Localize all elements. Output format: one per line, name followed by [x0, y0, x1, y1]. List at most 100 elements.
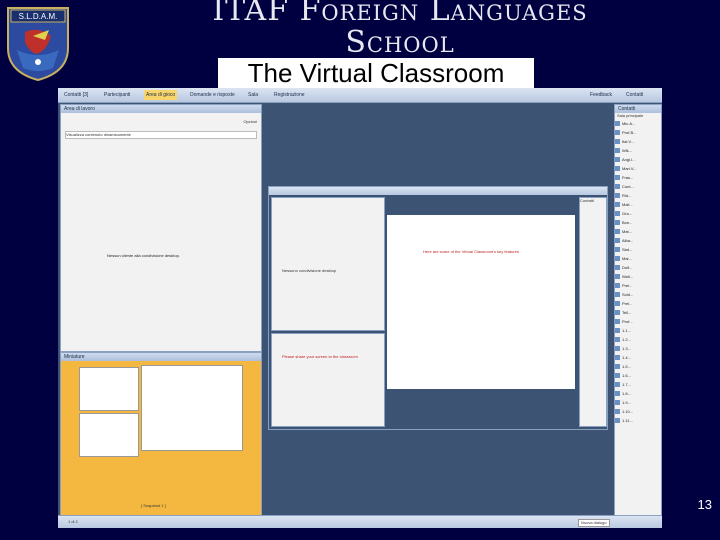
contact-list-item[interactable]: Siat...	[615, 245, 655, 254]
contact-list-item[interactable]: 1.8...	[615, 389, 655, 398]
contact-name: Prel...	[622, 301, 633, 306]
thumbnails-pane-title: Miniature	[64, 354, 85, 360]
contact-name: 1.1...	[622, 328, 631, 333]
contact-list-item[interactable]: 1.4...	[615, 353, 655, 362]
contact-name: 1.9...	[622, 400, 631, 405]
contact-list-item[interactable]: 1.11...	[615, 416, 655, 425]
workspace-pane-header: Area di lavoro	[61, 105, 261, 113]
contact-list-item[interactable]: 1.3...	[615, 344, 655, 353]
workspace-message: Nessun cliente alla condivisione desktop…	[107, 253, 180, 258]
user-icon	[615, 247, 620, 253]
thumbnail-1[interactable]	[79, 367, 139, 411]
user-icon	[615, 211, 620, 217]
tab-area-di-gioco[interactable]: Area di gioco	[144, 90, 178, 100]
contact-list-item[interactable]: Prel...	[615, 299, 655, 308]
user-icon	[615, 391, 620, 397]
tab-partecipanti[interactable]: Partecipanti	[102, 90, 132, 100]
contact-list-item[interactable]: Prel...	[615, 281, 655, 290]
app-screenshot: Contatti [3] Partecipanti Area di gioco …	[58, 88, 662, 528]
user-icon	[615, 121, 620, 127]
tab-sala[interactable]: Sala	[246, 90, 260, 100]
nested-contacts-title: Contatti	[580, 198, 594, 203]
contact-list-item[interactable]: Rid...	[615, 191, 655, 200]
contact-name: Wik...	[622, 148, 632, 153]
contact-list-item[interactable]: 1.2...	[615, 335, 655, 344]
contact-list-item[interactable]: Dolf...	[615, 263, 655, 272]
contact-name: Wall...	[622, 274, 633, 279]
contact-name: 1.2...	[622, 337, 631, 342]
contact-list-item[interactable]: Fras...	[615, 173, 655, 182]
user-icon	[615, 409, 620, 415]
user-icon	[615, 301, 620, 307]
contact-list-item[interactable]: 1.6...	[615, 371, 655, 380]
contact-list-item[interactable]: 1.9...	[615, 398, 655, 407]
contact-name: Mari.V...	[622, 166, 637, 171]
contact-list-item[interactable]: Bon...	[615, 218, 655, 227]
new-dialog-select[interactable]: Nuova dialogo	[578, 519, 610, 527]
contact-list-item[interactable]: 1.10...	[615, 407, 655, 416]
contact-list-item[interactable]: Mall...	[615, 200, 655, 209]
contact-name: Siat...	[622, 247, 633, 252]
user-icon	[615, 238, 620, 244]
contact-list-item[interactable]: Tell...	[615, 308, 655, 317]
contact-list-item[interactable]: Ital.V...	[615, 137, 655, 146]
contact-list-item[interactable]: Mari.V...	[615, 164, 655, 173]
contact-list-item[interactable]: Angl.I...	[615, 155, 655, 164]
user-icon	[615, 418, 620, 424]
contact-list-item[interactable]: Mat...	[615, 227, 655, 236]
contact-name: Ital.V...	[622, 139, 635, 144]
workspace-pane: Area di lavoro Opzioni Visualizza conten…	[60, 104, 262, 352]
slide-subtitle: The Virtual Classroom	[218, 58, 534, 88]
thumbnails-pane: Miniature [ Snapshot 1 ]	[60, 352, 262, 516]
thumbnail-preview	[141, 365, 243, 451]
tab-contatti[interactable]: Contatti [3]	[62, 90, 90, 100]
contact-list-item[interactable]: 1.7...	[615, 380, 655, 389]
nested-left-pane: Nessuno condivisione desktop	[271, 197, 385, 331]
user-icon	[615, 346, 620, 352]
contacts-sidebar-header: Contatti	[615, 105, 661, 113]
contacts-sidebar: Contatti Sala principale Mic.A... Prof.B.…	[614, 104, 662, 516]
contact-list-item[interactable]: Mic.A...	[615, 119, 655, 128]
contact-name: Rid...	[622, 193, 632, 198]
contact-name: 1.7...	[622, 382, 631, 387]
contact-list-item[interactable]: Prof...	[615, 317, 655, 326]
user-icon	[615, 229, 620, 235]
tab-domande[interactable]: Domande e risposte	[188, 90, 237, 100]
user-icon	[615, 310, 620, 316]
contact-list-item[interactable]: Cont...	[615, 182, 655, 191]
contact-list-item[interactable]: Gra...	[615, 209, 655, 218]
contact-name: Mall...	[622, 202, 633, 207]
snapshot-label: [ Snapshot 1 ]	[141, 503, 166, 508]
user-icon	[615, 328, 620, 334]
contact-list-item[interactable]: Wall...	[615, 272, 655, 281]
dynamic-content-row[interactable]: Visualizza contenuto dinamicamente	[65, 131, 257, 139]
user-icon	[615, 220, 620, 226]
tab-registrazione[interactable]: Registrazione	[272, 90, 307, 100]
nested-left-message: Nessuno condivisione desktop	[282, 268, 337, 273]
contact-list-item[interactable]: Mal...	[615, 254, 655, 263]
thumbnail-2[interactable]	[79, 413, 139, 457]
contact-name: 1.5...	[622, 364, 631, 369]
contact-list-item[interactable]: 1.5...	[615, 362, 655, 371]
contact-name: Mic.A...	[622, 121, 636, 126]
contact-list-item[interactable]: 1.1...	[615, 326, 655, 335]
user-icon	[615, 184, 620, 190]
feedback-button[interactable]: Feedback	[588, 90, 614, 100]
contact-name: Gra...	[622, 211, 633, 216]
user-icon	[615, 148, 620, 154]
contact-name: 1.8...	[622, 391, 631, 396]
user-icon	[615, 139, 620, 145]
user-icon	[615, 157, 620, 163]
page-number: 13	[697, 497, 712, 512]
contact-list-item[interactable]: Wik...	[615, 146, 655, 155]
user-icon	[615, 355, 620, 361]
options-button[interactable]: Opzioni	[243, 119, 257, 125]
nested-ribbon	[269, 187, 607, 195]
contact-list-item[interactable]: Sold...	[615, 290, 655, 299]
contact-name: Angl.I...	[622, 157, 636, 162]
contact-list-item[interactable]: Alba...	[615, 236, 655, 245]
contact-name: 1.6...	[622, 373, 631, 378]
contact-name: Mat...	[622, 229, 633, 234]
contact-list-item[interactable]: Prof.B...	[615, 128, 655, 137]
app-status-bar: 1 di 2 Nuova dialogo	[58, 515, 662, 528]
